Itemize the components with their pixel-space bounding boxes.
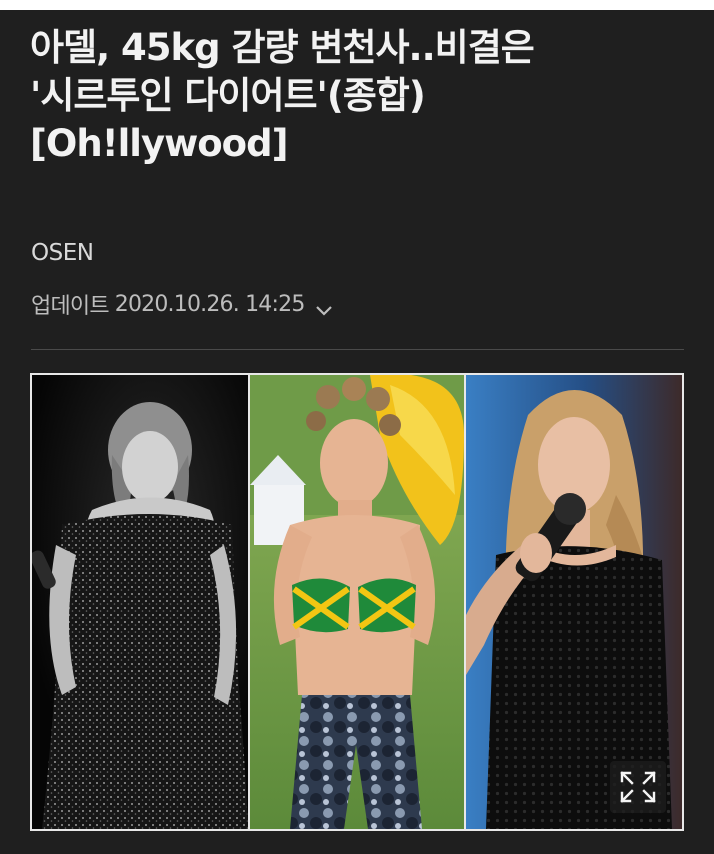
article-title-line: 아델, 45kg 감량 변천사..비결은 [30, 26, 535, 69]
article-title: 아델, 45kg 감량 변천사..비결은 '시르투인 다이어트'(종합) [Oh… [30, 24, 690, 168]
expand-icon [620, 771, 656, 803]
article-title-line: '시르투인 다이어트'(종합) [30, 74, 426, 117]
photo-panel-left [32, 375, 248, 829]
article-photo[interactable] [30, 373, 684, 831]
photo-panel-center [250, 375, 464, 829]
expand-photo-button[interactable] [610, 761, 666, 813]
article-source[interactable]: OSEN [31, 240, 94, 266]
updated-time-toggle[interactable]: 업데이트 2020.10.26. 14:25 [31, 288, 333, 320]
updated-label: 업데이트 [31, 294, 110, 319]
chevron-down-icon [315, 298, 333, 316]
article-page: 아델, 45kg 감량 변천사..비결은 '시르투인 다이어트'(종합) [Oh… [0, 10, 714, 854]
updated-datetime: 2020.10.26. 14:25 [114, 291, 306, 317]
divider [31, 349, 684, 350]
article-title-line: [Oh!llywood] [30, 122, 288, 165]
